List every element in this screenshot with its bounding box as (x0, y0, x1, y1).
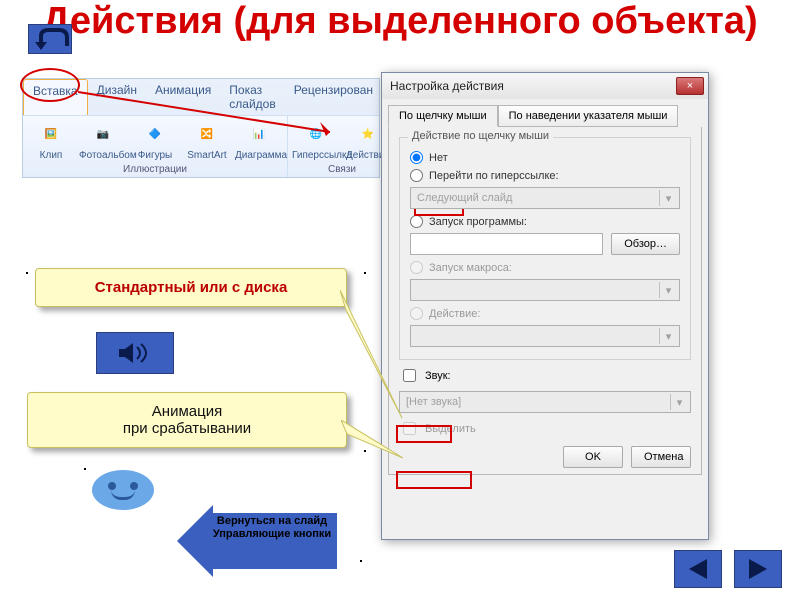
dialog-tab-click[interactable]: По щелчку мыши (388, 105, 498, 127)
red-highlight-highlight (396, 471, 472, 489)
radio-macro-label: Запуск макроса: (429, 262, 512, 274)
action-combo: ▾ (410, 325, 680, 347)
triangle-left-icon (685, 557, 711, 581)
sound-combo-value: [Нет звука] (406, 396, 461, 408)
speaker-shape[interactable] (96, 332, 174, 374)
radio-program-row: Запуск программы: (410, 215, 680, 228)
smartart-icon: 🔀 (191, 120, 223, 148)
u-turn-button[interactable] (28, 24, 72, 54)
fieldset-legend: Действие по щелчку мыши (408, 130, 553, 142)
decorative-dot (84, 468, 86, 470)
clip-icon: 🖼️ (35, 120, 67, 148)
radio-action-row: Действие: (410, 307, 680, 320)
click-action-fieldset: Действие по щелчку мыши Нет Перейти по г… (399, 137, 691, 360)
chevron-down-icon: ▾ (659, 190, 677, 206)
program-path-input[interactable] (410, 233, 603, 255)
dialog-close-button[interactable]: × (676, 77, 704, 95)
radio-action (410, 307, 423, 320)
radio-action-label: Действие: (429, 308, 480, 320)
callout-standard: Стандартный или с диска (35, 268, 347, 307)
radio-none[interactable] (410, 151, 423, 164)
ribbon-tab-animation[interactable]: Анимация (146, 79, 220, 115)
highlight-label: Выделить (425, 423, 476, 435)
ribbon-tab-review[interactable]: Рецензирован (285, 79, 382, 115)
radio-macro-row: Запуск макроса: (410, 261, 680, 274)
callout-animation-line2: при срабатывании (42, 420, 332, 437)
nav-next-button[interactable] (734, 550, 782, 588)
radio-program[interactable] (410, 215, 423, 228)
sound-combo[interactable]: [Нет звука] ▾ (399, 391, 691, 413)
ribbon-item-hyperlink[interactable]: 🌐Гиперссылка (292, 120, 340, 161)
chevron-down-icon: ▾ (659, 328, 677, 344)
action-settings-dialog: Настройка действия × По щелчку мыши По н… (381, 72, 709, 540)
radio-none-label[interactable]: Нет (429, 152, 448, 164)
ribbon-tab-design[interactable]: Дизайн (88, 79, 146, 115)
radio-program-label[interactable]: Запуск программы: (429, 216, 527, 228)
decorative-dot (364, 272, 366, 274)
radio-none-row: Нет (410, 151, 680, 164)
globe-icon: 🌐 (300, 120, 332, 148)
triangle-right-icon (745, 557, 771, 581)
smiley-mouth (111, 490, 135, 500)
highlight-check-row: Выделить (399, 419, 691, 438)
ribbon-item-chart[interactable]: 📊Диаграмма (235, 120, 283, 161)
ribbon-group-illustrations: 🖼️Клип 📷Фотоальбом 🔷Фигуры 🔀SmartArt 📊Ди… (23, 116, 288, 177)
chevron-down-icon: ▾ (670, 394, 688, 410)
nav-prev-button[interactable] (674, 550, 722, 588)
shapes-icon: 🔷 (139, 120, 171, 148)
callout-animation: Анимация при срабатывании (27, 392, 347, 448)
u-turn-icon (33, 28, 69, 52)
ribbon-item-smartart[interactable]: 🔀SmartArt (183, 120, 231, 161)
ribbon: Вставка Дизайн Анимация Показ слайдов Ре… (22, 78, 380, 178)
speaker-icon (115, 339, 155, 367)
macro-combo: ▾ (410, 279, 680, 301)
ribbon-item-shapes[interactable]: 🔷Фигуры (131, 120, 179, 161)
dialog-tab-hover[interactable]: По наведении указателя мыши (498, 105, 679, 127)
callout-standard-tail (340, 290, 410, 430)
sound-label[interactable]: Звук: (425, 370, 451, 382)
callout-animation-line1: Анимация (42, 403, 332, 420)
ribbon-tab-insert[interactable]: Вставка (23, 79, 88, 115)
radio-hyperlink-row: Перейти по гиперссылке: (410, 169, 680, 182)
ribbon-tabs: Вставка Дизайн Анимация Показ слайдов Ре… (23, 79, 379, 115)
ribbon-group-label-links: Связи (292, 164, 392, 175)
ribbon-item-photoalbum[interactable]: 📷Фотоальбом (79, 120, 127, 161)
browse-button[interactable]: Обзор… (611, 233, 680, 255)
chevron-down-icon: ▾ (659, 282, 677, 298)
dialog-title-bar[interactable]: Настройка действия × (382, 73, 708, 99)
return-arrow-text: Вернуться на слайд Управляющие кнопки (207, 515, 337, 540)
decorative-dot (364, 450, 366, 452)
chart-icon: 📊 (243, 120, 275, 148)
radio-hyperlink-label[interactable]: Перейти по гиперссылке: (429, 170, 559, 182)
ok-button[interactable]: OK (563, 446, 623, 468)
radio-hyperlink[interactable] (410, 169, 423, 182)
decorative-dot (360, 560, 362, 562)
ribbon-group-label-illustrations: Иллюстрации (27, 164, 283, 175)
dialog-title-text: Настройка действия (390, 79, 504, 93)
smiley-shape[interactable] (92, 470, 154, 510)
sound-check-row: Звук: (399, 366, 691, 385)
hyperlink-combo[interactable]: Следующий слайд ▾ (410, 187, 680, 209)
radio-macro (410, 261, 423, 274)
ribbon-item-clip[interactable]: 🖼️Клип (27, 120, 75, 161)
hyperlink-combo-value: Следующий слайд (417, 192, 512, 204)
ribbon-tab-slideshow[interactable]: Показ слайдов (220, 79, 284, 115)
photoalbum-icon: 📷 (87, 120, 119, 148)
callout-animation-tail (341, 420, 411, 470)
return-arrow-button[interactable]: Вернуться на слайд Управляющие кнопки (177, 505, 337, 577)
slide-title: Действия (для выделенного объекта) (0, 0, 800, 42)
callout-standard-text: Стандартный или с диска (95, 279, 288, 296)
star-icon: ⭐ (352, 120, 384, 148)
cancel-button[interactable]: Отмена (631, 446, 691, 468)
decorative-dot (26, 272, 28, 274)
